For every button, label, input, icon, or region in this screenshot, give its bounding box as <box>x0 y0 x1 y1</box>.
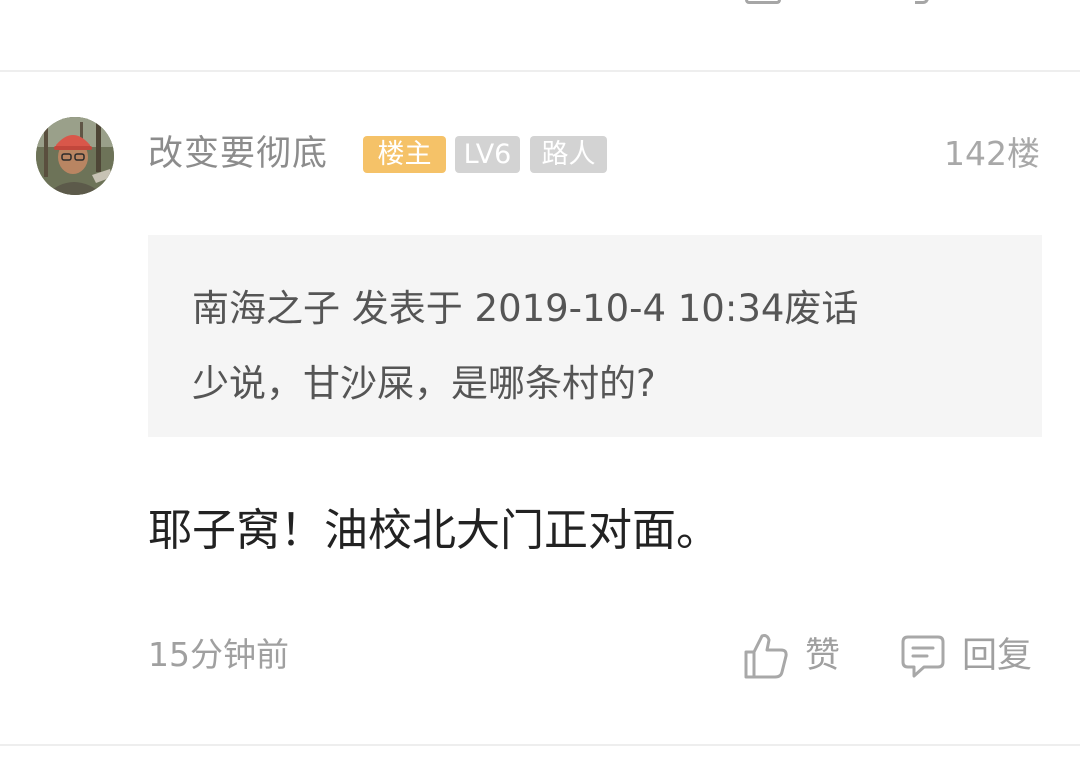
thread-owner-badge: 楼主 <box>363 136 446 173</box>
comment-thread-page: 改变要彻底 楼主 LV6 路人 142楼 南海之子 发表于 2019-10-4 … <box>0 0 1080 781</box>
post-timestamp: 15分钟前 <box>148 635 289 674</box>
comment-body: 耶子窝！油校北大门正对面。 <box>148 505 720 556</box>
username[interactable]: 改变要彻底 <box>148 131 328 177</box>
like-button[interactable]: 赞 <box>743 628 840 684</box>
reply-label: 回复 <box>962 636 1033 676</box>
previous-post-action-bar <box>0 0 1080 72</box>
comment-bubble-icon <box>901 635 945 678</box>
post-divider <box>0 70 1080 72</box>
avatar-photo-icon <box>36 117 114 195</box>
user-level-badge: LV6 <box>455 136 520 173</box>
like-label: 赞 <box>805 636 841 676</box>
thumbs-up-icon <box>744 634 788 679</box>
quote-line-2: 少说，甘沙屎，是哪条村的? <box>192 362 656 405</box>
post-divider-bottom <box>0 744 1080 746</box>
floor-number: 142楼 <box>944 134 1040 173</box>
previous-reply-icon[interactable] <box>915 0 929 4</box>
quote-line-1: 南海之子 发表于 2019-10-4 10:34废话 <box>192 287 859 330</box>
user-rank-badge: 路人 <box>530 136 607 173</box>
previous-like-icon[interactable] <box>745 0 781 4</box>
quoted-message[interactable]: 南海之子 发表于 2019-10-4 10:34废话 少说，甘沙屎，是哪条村的? <box>148 235 1042 437</box>
reply-button[interactable]: 回复 <box>900 628 1032 684</box>
user-avatar[interactable] <box>36 117 114 195</box>
